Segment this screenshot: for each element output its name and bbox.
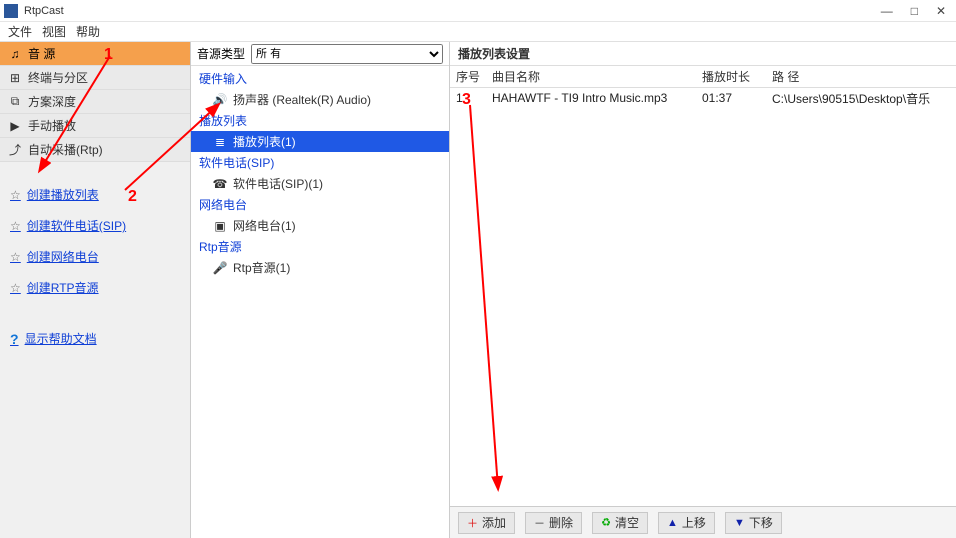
delete-button[interactable]: －删除	[525, 512, 582, 534]
table-body: 1HAHAWTF - TI9 Intro Music.mp301:37C:\Us…	[450, 88, 956, 506]
close-button[interactable]: ✕	[936, 4, 946, 18]
help-icon: ?	[10, 331, 19, 347]
leaf-icon: 🔊	[213, 93, 227, 107]
col-path[interactable]: 路 径	[766, 68, 956, 85]
tree-leaf-4-0[interactable]: 🎤 Rtp音源(1)	[191, 257, 449, 278]
sidebar-help-label: 显示帮助文档	[25, 330, 97, 347]
col-dur[interactable]: 播放时长	[696, 68, 766, 85]
table-row[interactable]: 1HAHAWTF - TI9 Intro Music.mp301:37C:\Us…	[450, 88, 956, 108]
tree-group-0[interactable]: 硬件输入	[191, 68, 449, 89]
sidebar-link-label: 创建软件电话(SIP)	[27, 217, 126, 234]
nav-icon: ⊞	[8, 71, 22, 85]
sidebar-link-0[interactable]: ☆ 创建播放列表	[10, 186, 180, 203]
nav-label: 音 源	[28, 45, 55, 62]
recycle-icon: ♻	[601, 516, 611, 529]
tree-leaf-0-0[interactable]: 🔊 扬声器 (Realtek(R) Audio)	[191, 89, 449, 110]
nav-label: 终端与分区	[28, 69, 88, 86]
menu-file[interactable]: 文件	[8, 23, 32, 40]
titlebar: RtpCast — □ ✕	[0, 0, 956, 22]
sidebar-link-label: 创建播放列表	[27, 186, 99, 203]
leaf-label: 网络电台(1)	[233, 217, 296, 234]
playlist-panel: 播放列表设置 序号 曲目名称 播放时长 路 径 1HAHAWTF - TI9 I…	[450, 42, 956, 538]
menu-help[interactable]: 帮助	[76, 23, 100, 40]
tree-leaf-1-0[interactable]: ≣ 播放列表(1)	[191, 131, 449, 152]
nav-icon: ♫	[8, 47, 22, 61]
table-header: 序号 曲目名称 播放时长 路 径	[450, 66, 956, 88]
col-idx[interactable]: 序号	[450, 68, 486, 85]
movedown-button[interactable]: ▼下移	[725, 512, 782, 534]
menubar: 文件 视图 帮助	[0, 22, 956, 42]
playlist-title: 播放列表设置	[450, 42, 956, 66]
nav-item-4[interactable]: ⤴ 自动采播(Rtp)	[0, 138, 190, 162]
nav-label: 方案深度	[28, 93, 76, 110]
playlist-toolbar: ＋添加 －删除 ♻清空 ▲上移 ▼下移	[450, 506, 956, 538]
source-tree: 硬件输入 🔊 扬声器 (Realtek(R) Audio) 播放列表 ≣ 播放列表(1) 软…	[191, 66, 449, 280]
source-tree-panel: 音源类型 所 有 硬件输入 🔊 扬声器 (Realtek(R) Audio) 播放列表…	[190, 42, 450, 538]
leaf-icon: ▣	[213, 219, 227, 233]
clear-button[interactable]: ♻清空	[592, 512, 648, 534]
star-icon: ☆	[10, 219, 21, 233]
up-icon: ▲	[667, 517, 678, 529]
star-icon: ☆	[10, 250, 21, 264]
star-icon: ☆	[10, 281, 21, 295]
nav-item-1[interactable]: ⊞ 终端与分区	[0, 66, 190, 90]
leaf-icon: ≣	[213, 135, 227, 149]
minimize-button[interactable]: —	[881, 4, 893, 18]
leaf-label: Rtp音源(1)	[233, 259, 290, 276]
sidebar-link-label: 创建网络电台	[27, 248, 99, 265]
sidebar-link-2[interactable]: ☆ 创建网络电台	[10, 248, 180, 265]
sidebar-help-link[interactable]: ? 显示帮助文档	[10, 330, 180, 347]
moveup-button[interactable]: ▲上移	[658, 512, 715, 534]
nav-label: 自动采播(Rtp)	[28, 141, 103, 158]
sidebar-link-1[interactable]: ☆ 创建软件电话(SIP)	[10, 217, 180, 234]
nav-icon: ⧉	[8, 94, 22, 109]
app-icon	[4, 4, 18, 18]
add-button[interactable]: ＋添加	[458, 512, 515, 534]
leaf-icon: 🎤	[213, 261, 227, 275]
plus-icon: ＋	[467, 515, 478, 531]
sidebar-link-3[interactable]: ☆ 创建RTP音源	[10, 279, 180, 296]
sidebar-link-label: 创建RTP音源	[27, 279, 99, 296]
menu-view[interactable]: 视图	[42, 23, 66, 40]
leaf-label: 软件电话(SIP)(1)	[233, 175, 323, 192]
tree-leaf-3-0[interactable]: ▣ 网络电台(1)	[191, 215, 449, 236]
nav-item-3[interactable]: ▶ 手动播放	[0, 114, 190, 138]
down-icon: ▼	[734, 517, 745, 529]
tree-group-4[interactable]: Rtp音源	[191, 236, 449, 257]
nav-item-2[interactable]: ⧉ 方案深度	[0, 90, 190, 114]
leaf-icon: ☎	[213, 177, 227, 191]
tree-group-3[interactable]: 网络电台	[191, 194, 449, 215]
star-icon: ☆	[10, 188, 21, 202]
nav-label: 手动播放	[28, 117, 76, 134]
nav-item-0[interactable]: ♫ 音 源	[0, 42, 190, 66]
leaf-label: 播放列表(1)	[233, 133, 296, 150]
filter-label: 音源类型	[197, 45, 245, 62]
maximize-button[interactable]: □	[911, 4, 918, 18]
minus-icon: －	[534, 515, 545, 531]
col-name[interactable]: 曲目名称	[486, 68, 696, 85]
tree-group-1[interactable]: 播放列表	[191, 110, 449, 131]
nav-icon: ⤴	[8, 141, 22, 158]
leaf-label: 扬声器 (Realtek(R) Audio)	[233, 91, 371, 108]
tree-leaf-2-0[interactable]: ☎ 软件电话(SIP)(1)	[191, 173, 449, 194]
app-title: RtpCast	[24, 5, 881, 17]
filter-select[interactable]: 所 有	[251, 44, 443, 64]
sidebar: ♫ 音 源 ⊞ 终端与分区 ⧉ 方案深度 ▶ 手动播放 ⤴ 自动采播(Rtp) ☆ 创建播放列表 ☆ 创…	[0, 42, 190, 538]
tree-group-2[interactable]: 软件电话(SIP)	[191, 152, 449, 173]
nav-icon: ▶	[8, 119, 22, 133]
